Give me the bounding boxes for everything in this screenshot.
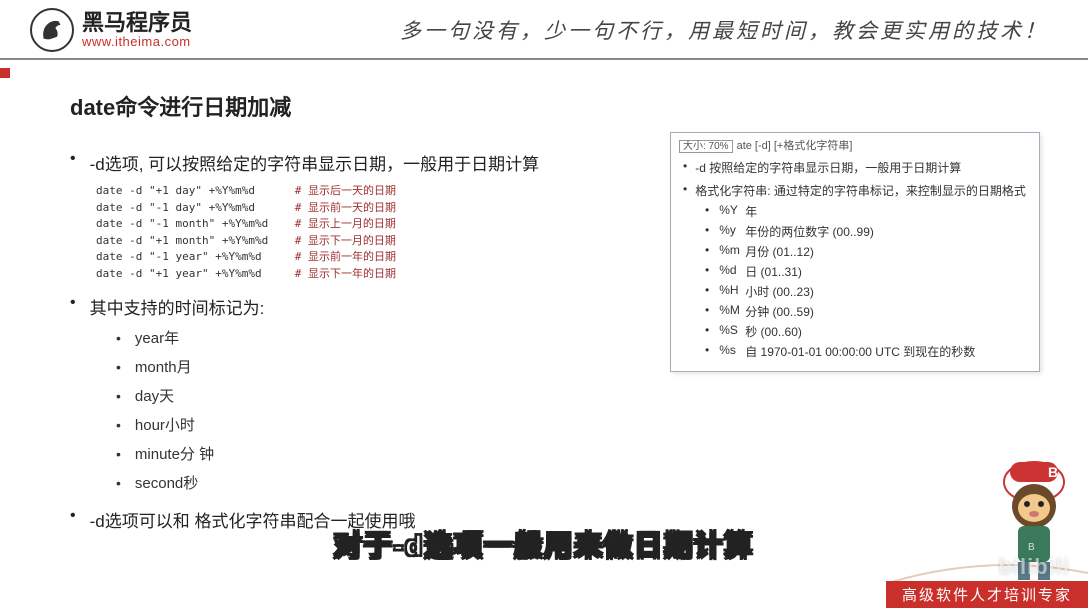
fmt-item: %s自 1970-01-01 00:00:00 UTC 到现在的秒数 (705, 343, 1031, 360)
logo: 黑马程序员 www.itheima.com (30, 8, 192, 52)
fmt-item: %y年份的两位数字 (00..99) (705, 223, 1031, 240)
fmt-item: %M分钟 (00..59) (705, 303, 1031, 320)
reference-panel: 大小: 70% ate [-d] [+格式化字符串] -d 按照给定的字符串显示日… (670, 132, 1040, 372)
slogan: 多一句没有，少一句不行，用最短时间，教会更实用的技术！ (400, 15, 1048, 45)
syntax-text: ate [-d] [+格式化字符串] (737, 140, 853, 152)
logo-url: www.itheima.com (82, 35, 192, 49)
fmt-item: %m月份 (01..12) (705, 243, 1031, 260)
fmt-item: %Y年 (705, 203, 1031, 220)
ref-line: 格式化字符串: 通过特定的字符串标记，来控制显示的日期格式 (679, 182, 1031, 199)
svg-text:B: B (1048, 464, 1058, 480)
header: 黑马程序员 www.itheima.com 多一句没有，少一句不行，用最短时间，… (0, 0, 1088, 60)
unit-item: minute分 钟 (116, 443, 1048, 464)
ref-line: -d 按照给定的字符串显示日期，一般用于日期计算 (679, 159, 1031, 176)
format-list: %Y年 %y年份的两位数字 (00..99) %m月份 (01..12) %d日… (705, 203, 1031, 360)
page-title: date命令进行日期加减 (70, 90, 1048, 122)
footer-tag: 高级软件人才培训专家 (886, 581, 1088, 608)
video-subtitle: 对于-d选项一般用来做日期计算 (334, 524, 754, 564)
accent-bar (0, 68, 10, 78)
fmt-item: %H小时 (00..23) (705, 283, 1031, 300)
fmt-item: %S秒 (00..60) (705, 323, 1031, 340)
watermark: bilibili (998, 554, 1070, 580)
ref-header: 大小: 70% ate [-d] [+格式化字符串] (679, 137, 1031, 153)
zoom-label: 大小: 70% (679, 140, 733, 153)
svg-text:B: B (1028, 542, 1035, 553)
unit-item: hour小时 (116, 414, 1048, 435)
unit-item: day天 (116, 385, 1048, 406)
unit-item: second秒 (116, 472, 1048, 493)
fmt-item: %d日 (01..31) (705, 263, 1031, 280)
horse-icon (30, 8, 74, 52)
logo-title: 黑马程序员 (82, 11, 192, 35)
